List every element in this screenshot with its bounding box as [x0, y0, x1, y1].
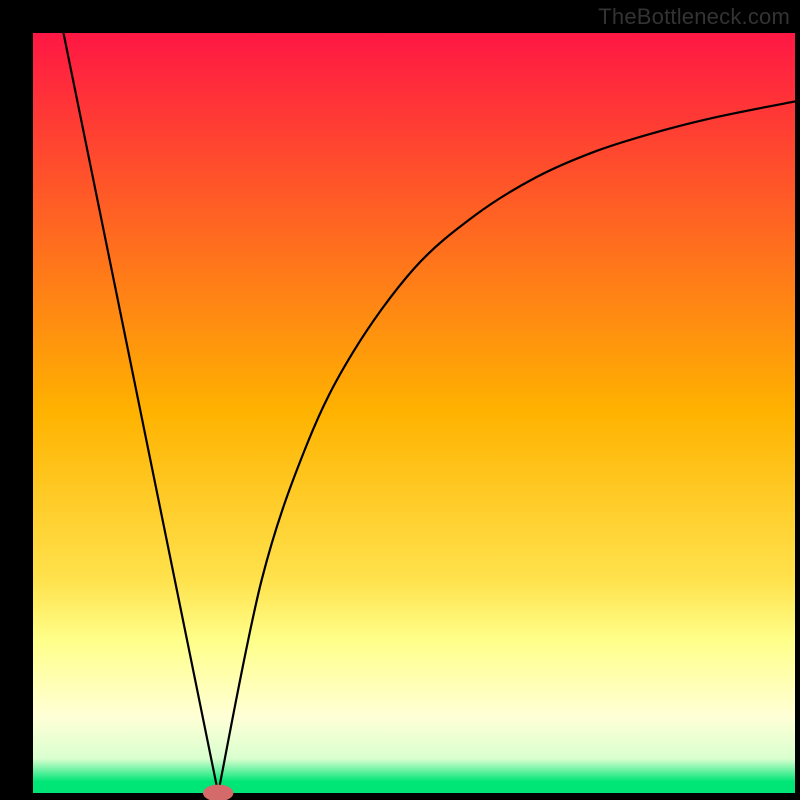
chart-frame: TheBottleneck.com	[0, 0, 800, 800]
bottleneck-plot	[0, 0, 800, 800]
plot-background-gradient	[33, 33, 795, 793]
